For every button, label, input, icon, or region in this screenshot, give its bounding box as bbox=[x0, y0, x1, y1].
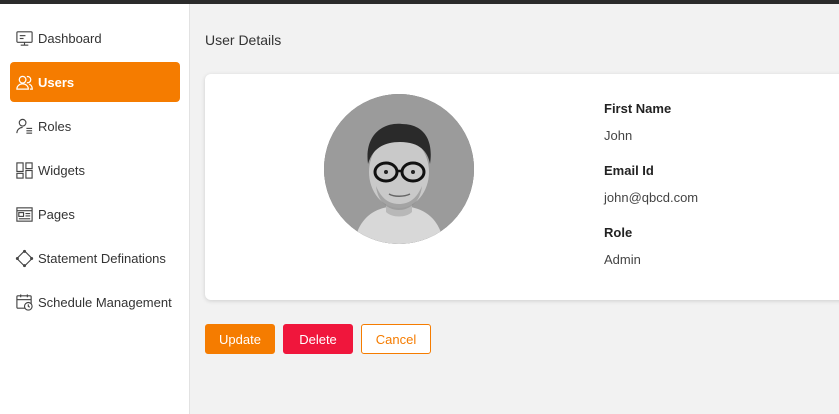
sidebar-item-label: Roles bbox=[38, 118, 72, 134]
widgets-icon bbox=[14, 160, 34, 180]
pages-icon bbox=[14, 204, 34, 224]
user-avatar bbox=[324, 94, 474, 244]
sidebar-item-pages[interactable]: Pages bbox=[10, 194, 180, 234]
user-details-card: First Name John Email Id john@qbcd.com R… bbox=[205, 74, 839, 300]
users-icon bbox=[14, 72, 34, 92]
first-name-label: First Name bbox=[604, 101, 672, 116]
sidebar: Dashboard Users Roles Widgets Pages Stat… bbox=[0, 4, 190, 414]
sidebar-item-statement-definations[interactable]: Statement Definations bbox=[10, 238, 180, 278]
sidebar-item-roles[interactable]: Roles bbox=[10, 106, 180, 146]
roles-icon bbox=[14, 116, 34, 136]
sidebar-item-label: Users bbox=[38, 74, 75, 90]
cancel-button[interactable]: Cancel bbox=[361, 324, 431, 354]
main-content: User Details First Name John Email Id jo… bbox=[191, 4, 839, 414]
sidebar-item-label: Widgets bbox=[38, 162, 85, 178]
role-label: Role bbox=[604, 225, 633, 240]
sidebar-item-widgets[interactable]: Widgets bbox=[10, 150, 180, 190]
update-button[interactable]: Update bbox=[205, 324, 275, 354]
dashboard-icon bbox=[14, 28, 34, 48]
statement-icon bbox=[14, 248, 34, 268]
delete-button[interactable]: Delete bbox=[283, 324, 353, 354]
first-name-value: John bbox=[604, 128, 633, 143]
sidebar-item-label: Pages bbox=[38, 206, 75, 222]
role-value: Admin bbox=[604, 252, 641, 267]
page-title: User Details bbox=[205, 32, 282, 48]
sidebar-item-label: Dashboard bbox=[38, 30, 102, 46]
email-label: Email Id bbox=[604, 163, 654, 178]
sidebar-item-label: Statement Definations bbox=[38, 250, 166, 266]
sidebar-item-label: Schedule Management bbox=[38, 294, 172, 310]
email-value: john@qbcd.com bbox=[604, 190, 699, 205]
sidebar-item-users[interactable]: Users bbox=[10, 62, 180, 102]
sidebar-item-schedule-management[interactable]: Schedule Management bbox=[10, 282, 180, 322]
sidebar-item-dashboard[interactable]: Dashboard bbox=[10, 18, 180, 58]
schedule-icon bbox=[14, 292, 34, 312]
